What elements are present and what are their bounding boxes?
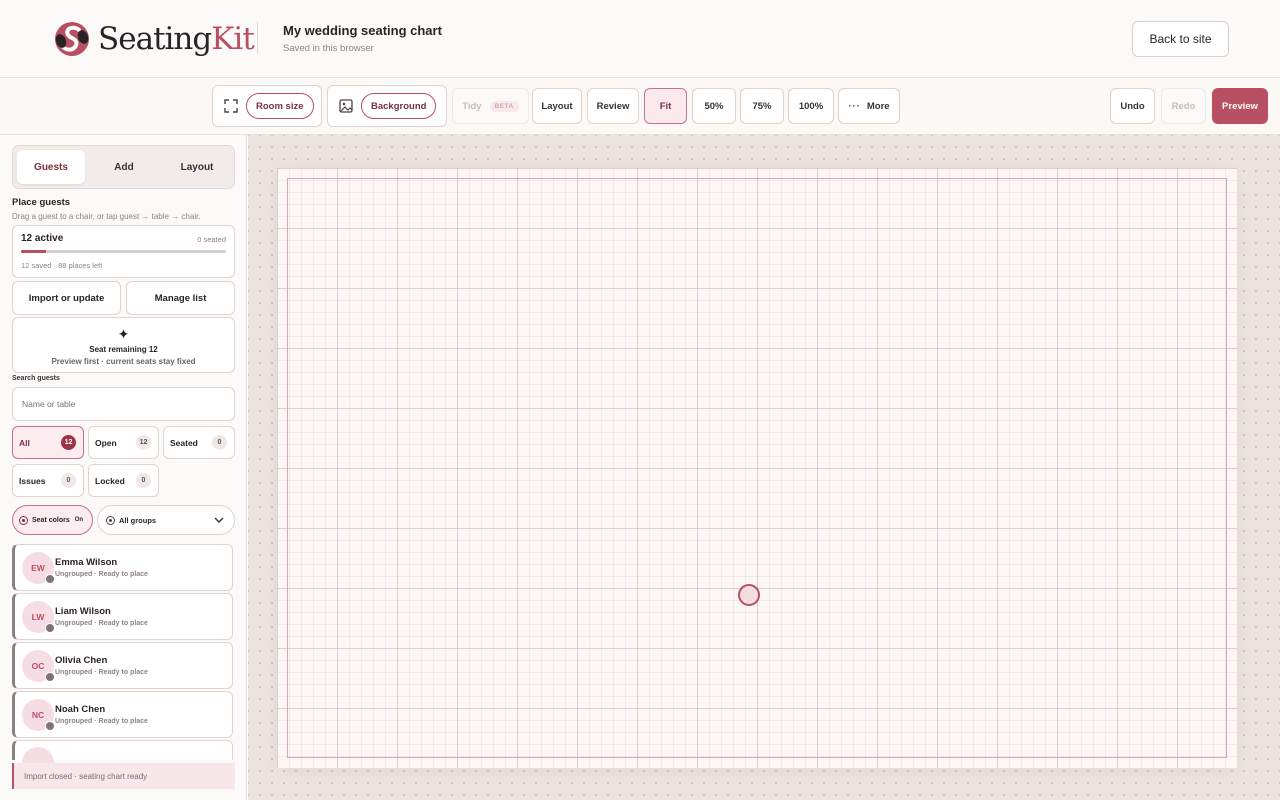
save-status: Saved in this browser bbox=[283, 43, 374, 54]
header-divider bbox=[257, 22, 258, 54]
guest-card[interactable]: OC Olivia Chen Ungrouped · Ready to plac… bbox=[12, 642, 233, 689]
auto-seat-card[interactable]: ✦ Seat remaining 12 Preview first · curr… bbox=[12, 317, 235, 373]
filter-seated[interactable]: Seated 0 bbox=[163, 426, 235, 459]
saved-summary: 12 saved · 88 places left bbox=[21, 261, 103, 270]
active-count: 12 active bbox=[21, 233, 64, 244]
auto-seat-subtitle: Preview first · current seats stay fixed bbox=[51, 357, 196, 366]
sidebar-tabs: Guests Add Layout bbox=[12, 145, 235, 189]
filter-issues[interactable]: Issues 0 bbox=[12, 464, 84, 497]
seating-canvas[interactable] bbox=[248, 135, 1280, 800]
back-to-site-button[interactable]: Back to site bbox=[1132, 21, 1229, 57]
seatingkit-logo[interactable]: SeatingKit bbox=[52, 18, 255, 60]
status-dot bbox=[45, 574, 55, 584]
guest-card[interactable]: EW Emma Wilson Ungrouped · Ready to plac… bbox=[12, 544, 233, 591]
section-title: Place guests bbox=[12, 197, 71, 208]
filter-count: 0 bbox=[136, 473, 151, 488]
zoom-50-button[interactable]: 50% bbox=[692, 88, 736, 124]
seat-colors-label: Seat colors bbox=[32, 516, 70, 524]
group-select-value: All groups bbox=[119, 515, 157, 525]
document-title: My wedding seating chart bbox=[283, 23, 442, 38]
more-dots-icon: ··· bbox=[848, 100, 861, 112]
filter-all[interactable]: All 12 bbox=[12, 426, 84, 459]
guest-search-input[interactable] bbox=[12, 387, 235, 421]
guest-status: Ungrouped · Ready to place bbox=[55, 620, 148, 627]
filter-label: Open bbox=[95, 438, 117, 448]
guest-card[interactable]: NC Noah Chen Ungrouped · Ready to place bbox=[12, 691, 233, 738]
tab-guests[interactable]: Guests bbox=[17, 150, 85, 184]
seat-colors-toggle[interactable]: Seat colors On bbox=[12, 505, 93, 535]
more-button[interactable]: ··· More bbox=[838, 88, 900, 124]
filter-label: Locked bbox=[95, 476, 125, 486]
guest-name: Olivia Chen bbox=[55, 655, 108, 666]
background-group: Background bbox=[327, 85, 447, 127]
radio-icon bbox=[19, 515, 28, 525]
room-size-group: Room size bbox=[212, 85, 322, 127]
guest-card-partial[interactable] bbox=[12, 740, 233, 779]
filter-label: All bbox=[19, 438, 30, 448]
seating-progress bbox=[21, 250, 226, 253]
guest-name: Liam Wilson bbox=[55, 606, 111, 617]
logo-wordmark: SeatingKit bbox=[98, 21, 255, 57]
app-header: SeatingKit My wedding seating chart Save… bbox=[0, 0, 1280, 78]
search-label: Search guests bbox=[12, 375, 60, 382]
tab-add[interactable]: Add bbox=[90, 150, 158, 184]
room-boundary bbox=[287, 178, 1227, 758]
filter-count: 12 bbox=[61, 435, 76, 450]
progress-fill bbox=[21, 250, 46, 253]
guest-status: Ungrouped · Ready to place bbox=[55, 718, 148, 725]
guest-status: Ungrouped · Ready to place bbox=[55, 669, 148, 676]
layout-button[interactable]: Layout bbox=[532, 88, 582, 124]
filter-label: Seated bbox=[170, 438, 198, 448]
group-select[interactable]: All groups bbox=[97, 505, 235, 535]
guest-status: Ungrouped · Ready to place bbox=[55, 571, 148, 578]
tidy-label: Tidy bbox=[462, 100, 482, 112]
filter-locked[interactable]: Locked 0 bbox=[88, 464, 159, 497]
seat-colors-state: On bbox=[74, 517, 84, 523]
filter-count: 0 bbox=[61, 473, 76, 488]
room-center-handle[interactable] bbox=[738, 584, 760, 606]
background-button[interactable]: Background bbox=[361, 93, 437, 119]
sparkle-icon: ✦ bbox=[117, 326, 130, 342]
more-label: More bbox=[866, 100, 890, 112]
manage-list-button[interactable]: Manage list bbox=[126, 281, 235, 315]
tidy-button[interactable]: Tidy BETA bbox=[452, 88, 529, 124]
preview-button[interactable]: Preview bbox=[1212, 88, 1268, 124]
import-button[interactable]: Import or update bbox=[12, 281, 121, 315]
beta-badge: BETA bbox=[489, 100, 519, 112]
seated-count: 0 seated bbox=[197, 235, 226, 244]
chevron-down-icon bbox=[214, 517, 224, 523]
status-dot bbox=[45, 623, 55, 633]
redo-button[interactable]: Redo bbox=[1161, 88, 1206, 124]
zoom-75-button[interactable]: 75% bbox=[740, 88, 784, 124]
filter-label: Issues bbox=[19, 476, 46, 486]
review-button[interactable]: Review bbox=[587, 88, 639, 124]
guest-name: Noah Chen bbox=[55, 704, 106, 715]
auto-seat-title: Seat remaining 12 bbox=[89, 345, 158, 354]
radio-icon bbox=[106, 515, 115, 525]
status-dot bbox=[45, 672, 55, 682]
filter-count: 12 bbox=[136, 435, 151, 450]
room-floor[interactable] bbox=[277, 168, 1237, 768]
undo-button[interactable]: Undo bbox=[1110, 88, 1155, 124]
filter-open[interactable]: Open 12 bbox=[88, 426, 159, 459]
image-icon bbox=[339, 99, 353, 113]
guest-stats-card: 12 active 0 seated 12 saved · 88 places … bbox=[12, 225, 235, 278]
editor-toolbar: Room size Background Tidy BETA Layout Re… bbox=[0, 78, 1280, 135]
expand-icon bbox=[224, 99, 238, 113]
status-toast: Import closed · seating chart ready bbox=[12, 763, 235, 789]
section-hint: Drag a guest to a chair, or tap guest → … bbox=[12, 212, 201, 221]
guest-name: Emma Wilson bbox=[55, 557, 118, 568]
filter-count: 0 bbox=[212, 435, 227, 450]
zoom-100-button[interactable]: 100% bbox=[788, 88, 834, 124]
tab-layout[interactable]: Layout bbox=[163, 150, 231, 184]
guest-card[interactable]: LW Liam Wilson Ungrouped · Ready to plac… bbox=[12, 593, 233, 640]
guests-sidebar: Guests Add Layout Place guests Drag a gu… bbox=[0, 135, 247, 800]
logo-mark-icon bbox=[55, 22, 89, 56]
room-size-button[interactable]: Room size bbox=[246, 93, 314, 119]
zoom-fit-button[interactable]: Fit bbox=[644, 88, 687, 124]
status-dot bbox=[45, 721, 55, 731]
